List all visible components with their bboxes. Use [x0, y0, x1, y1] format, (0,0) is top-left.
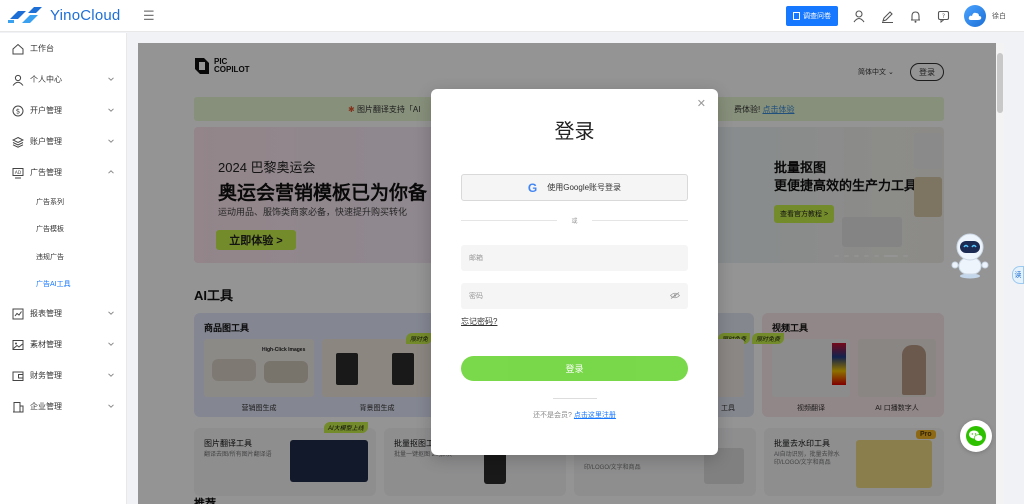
logo-mark-icon	[8, 6, 42, 23]
sidebar-subitem-ad-series[interactable]: 广告系列	[0, 188, 126, 216]
chevron-down-icon	[108, 108, 114, 112]
username[interactable]: 徐白	[992, 11, 1006, 21]
svg-text:$: $	[15, 107, 19, 115]
email-field[interactable]: 邮箱	[461, 245, 688, 271]
side-tab-read[interactable]: 读	[1012, 266, 1024, 284]
chevron-down-icon	[108, 139, 114, 143]
google-icon: G	[527, 180, 538, 195]
sidebar-item-ad-management[interactable]: AD 广告管理	[0, 157, 126, 188]
sidebar-item-enterprise[interactable]: 企业管理	[0, 391, 126, 422]
sidebar-subitem-violation-ads[interactable]: 违规广告	[0, 243, 126, 271]
layers-icon	[11, 135, 24, 148]
google-login-label: 使用Google账号登录	[547, 183, 622, 192]
svg-text:?: ?	[941, 13, 944, 20]
scrollbar-thumb[interactable]	[997, 53, 1003, 113]
email-placeholder: 邮箱	[469, 255, 483, 262]
svg-text:AD: AD	[14, 170, 21, 176]
yinocloud-logo[interactable]: YinoCloud	[8, 6, 133, 25]
forgot-password-link[interactable]: 忘记密码?	[461, 316, 497, 327]
sidebar-subitem-ad-templates[interactable]: 广告模板	[0, 216, 126, 244]
sidebar-item-label: 素材管理	[30, 340, 62, 349]
sidebar-item-reports[interactable]: 报表管理	[0, 298, 126, 329]
sidebar-item-label: 财务管理	[30, 371, 62, 380]
scrollbar[interactable]	[996, 43, 1004, 504]
sidebar-item-account-management[interactable]: 账户管理	[0, 126, 126, 157]
divider	[553, 398, 597, 399]
top-bar: YinoCloud ☰ 调查问卷 ? 徐白	[0, 0, 1024, 32]
wallet-icon	[11, 369, 24, 382]
sidebar-item-label: 账户管理	[30, 137, 62, 146]
user-switch-icon[interactable]	[852, 9, 866, 23]
home-icon	[11, 42, 24, 55]
sidebar-subitem-label: 广告系列	[36, 198, 64, 206]
survey-label: 调查问卷	[803, 13, 831, 20]
login-modal: ✕ 登录 G 使用Google账号登录 或 邮箱 密码 忘记密码? 登录 还不是…	[431, 89, 718, 455]
image-icon	[11, 338, 24, 351]
sidebar-subitem-ad-ai-tools[interactable]: 广告AI工具	[0, 271, 126, 299]
login-submit-button[interactable]: 登录	[461, 356, 688, 381]
sidebar-item-label: 工作台	[30, 44, 54, 53]
wechat-icon[interactable]	[960, 420, 992, 452]
chevron-down-icon	[108, 342, 114, 346]
chevron-down-icon	[108, 404, 114, 408]
chevron-up-icon	[108, 170, 114, 174]
sidebar-item-account-opening[interactable]: $ 开户管理	[0, 95, 126, 126]
chart-icon	[11, 307, 24, 320]
sidebar-item-label: 开户管理	[30, 106, 62, 115]
message-icon[interactable]: ?	[936, 9, 950, 23]
modal-title: 登录	[554, 121, 595, 143]
eye-hidden-icon[interactable]	[670, 292, 680, 299]
chevron-down-icon	[108, 373, 114, 377]
document-icon	[793, 12, 800, 20]
signup-prompt: 还不是会员? 点击这里注册	[431, 410, 718, 420]
sidebar: 工作台 个人中心 $ 开户管理 账户管理 AD 广告管理 广告系列 广告模板 违…	[0, 33, 127, 504]
avatar[interactable]	[964, 5, 986, 27]
user-icon	[11, 73, 24, 86]
google-login-button[interactable]: G 使用Google账号登录	[461, 174, 688, 201]
sidebar-subitem-label: 广告AI工具	[36, 281, 71, 289]
ad-icon: AD	[11, 166, 24, 179]
sidebar-item-materials[interactable]: 素材管理	[0, 329, 126, 360]
signup-link[interactable]: 点击这里注册	[574, 412, 616, 419]
app-name: YinoCloud	[50, 7, 121, 24]
chevron-down-icon	[108, 77, 114, 81]
edit-icon[interactable]	[880, 9, 894, 23]
bell-icon[interactable]	[908, 9, 922, 23]
chevron-down-icon	[108, 311, 114, 315]
signup-prefix: 还不是会员?	[533, 412, 572, 419]
sidebar-item-finance[interactable]: 财务管理	[0, 360, 126, 391]
survey-button[interactable]: 调查问卷	[786, 6, 838, 26]
currency-icon: $	[11, 104, 24, 117]
robot-assistant-icon[interactable]	[950, 232, 990, 280]
sidebar-item-label: 企业管理	[30, 402, 62, 411]
sidebar-item-personal[interactable]: 个人中心	[0, 64, 126, 95]
cloud-avatar-icon	[968, 12, 982, 20]
sidebar-subitem-label: 广告模板	[36, 226, 64, 234]
password-field[interactable]: 密码	[461, 283, 688, 309]
sidebar-item-label: 个人中心	[30, 75, 62, 84]
sidebar-item-workbench[interactable]: 工作台	[0, 33, 126, 64]
sidebar-item-label: 报表管理	[30, 309, 62, 318]
sidebar-subitem-label: 违规广告	[36, 253, 64, 261]
or-divider: 或	[461, 215, 688, 225]
close-icon[interactable]: ✕	[697, 97, 706, 110]
building-icon	[11, 400, 24, 413]
sidebar-item-label: 广告管理	[30, 168, 62, 177]
password-placeholder: 密码	[469, 293, 483, 300]
menu-toggle-icon[interactable]: ☰	[143, 8, 155, 24]
